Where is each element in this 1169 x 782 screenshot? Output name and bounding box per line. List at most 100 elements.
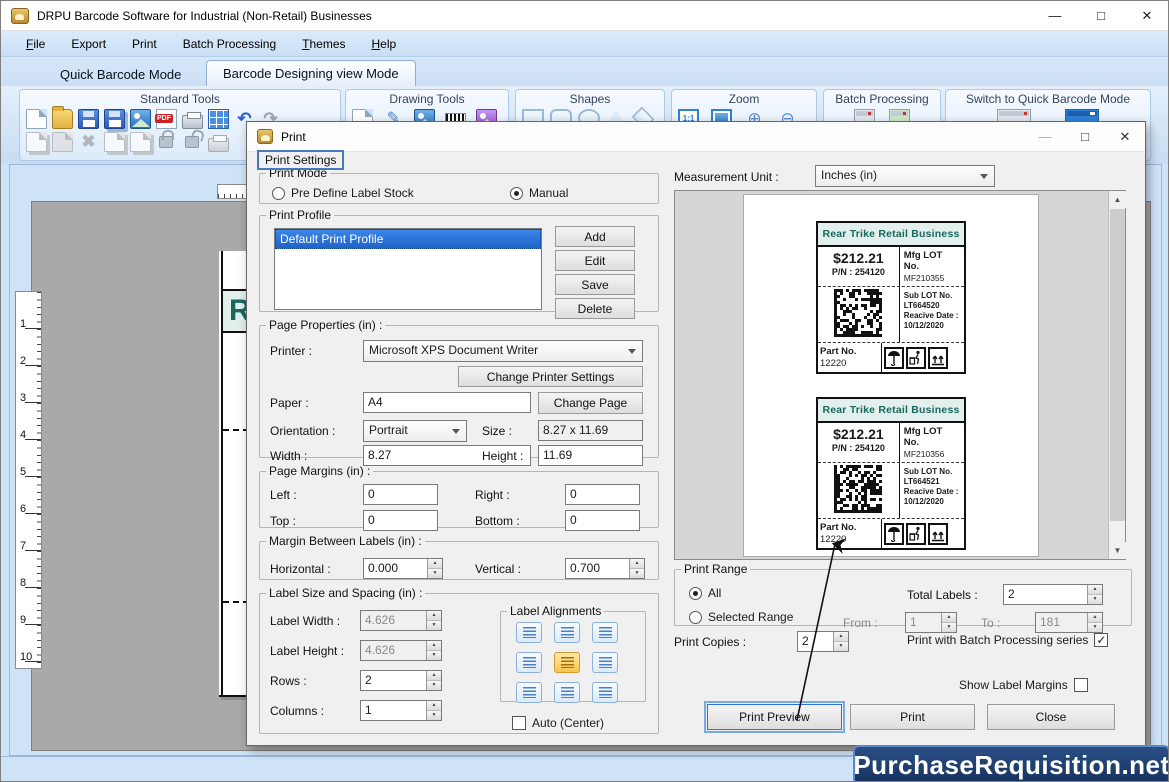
dialog-minimize-button[interactable]: — [1025,129,1065,145]
printer-label: Printer : [270,344,312,358]
align-middle-center-button[interactable] [554,652,580,673]
columns-spinner[interactable]: 1▲▼ [360,700,442,721]
duplicate-icon[interactable] [104,132,125,152]
print-range-legend: Print Range [681,562,750,576]
menu-batch-processing[interactable]: Batch Processing [170,33,289,55]
radio-dot [272,187,285,200]
paper-field[interactable]: A4 [363,392,531,413]
radio-selected-range[interactable]: Selected Range [689,610,793,624]
watermark: PurchaseRequisition.net [853,745,1169,782]
align-bottom-center-button[interactable] [554,682,580,703]
label-alignments-legend: Label Alignments [507,604,604,618]
copy-icon[interactable] [26,132,47,152]
ruler-number: 6 [20,503,26,515]
dialog-close-button[interactable]: ✕ [1105,129,1145,145]
close-dialog-button[interactable]: Close [987,704,1115,730]
batch-series-checkbox[interactable]: ✓ Print with Batch Processing series [907,633,1108,647]
printer-select[interactable]: Microsoft XPS Document Writer [363,340,643,362]
edit-button[interactable]: Edit [555,250,635,271]
open-file-icon[interactable] [52,109,73,129]
print-mode-group: Print Mode Pre Define Label Stock Manual [259,166,659,204]
margin-bottom-field[interactable]: 0 [565,510,640,531]
align-bottom-left-button[interactable] [516,682,542,703]
show-label-margins-checkbox[interactable]: Show Label Margins [959,678,1088,692]
mfg-lot-value: MF210355 [904,273,960,283]
bottom-label: Bottom : [475,514,520,528]
new-document-icon[interactable] [26,109,47,129]
page-margins-legend: Page Margins (in) : [266,464,373,478]
group-title: Standard Tools [20,90,340,106]
print-icon[interactable] [182,115,203,129]
menu-file[interactable]: File [13,33,58,55]
height-field[interactable]: 11.69 [538,445,643,466]
grid-icon[interactable] [208,109,229,129]
ruler-number: 8 [20,577,26,589]
ruler-number: 3 [20,392,26,404]
export-image-icon[interactable] [130,109,151,129]
close-button[interactable]: ✕ [1124,2,1169,30]
change-printer-settings-button[interactable]: Change Printer Settings [458,366,643,387]
delete-button[interactable]: Delete [555,298,635,319]
preview-scrollbar[interactable]: ▲ ▼ [1108,191,1125,559]
menu-themes[interactable]: Themes [289,33,358,55]
print-settings-tab[interactable]: Print Settings [257,150,344,170]
align-top-left-button[interactable] [516,622,542,643]
print-setup-icon[interactable] [208,138,229,152]
delete-icon[interactable]: ✖ [78,132,99,152]
print-copies-spinner[interactable]: 2▲▼ [797,631,849,652]
label-header: Rear Trike Retail Business [818,399,964,423]
total-labels-spinner[interactable]: 2▲▼ [1003,584,1103,605]
scroll-up-arrow[interactable]: ▲ [1109,191,1126,208]
scrollbar-thumb[interactable] [1110,209,1125,521]
tab-barcode-designing-view-mode[interactable]: Barcode Designing view Mode [206,60,416,89]
orientation-select[interactable]: Portrait [363,420,467,442]
group-icon[interactable] [130,132,151,152]
minimize-button[interactable]: — [1032,2,1078,30]
auto-center-checkbox[interactable]: Auto (Center) [512,716,604,730]
radio-manual[interactable]: Manual [510,186,568,200]
margin-left-field[interactable]: 0 [363,484,438,505]
align-middle-left-button[interactable] [516,652,542,673]
height-label: Height : [482,449,523,463]
profile-list-item-selected[interactable]: Default Print Profile [275,229,541,249]
keep-dry-umbrella-icon [884,347,904,369]
save-button[interactable]: Save [555,274,635,295]
sub-lot-title: Sub LOT No. [904,291,960,300]
menu-print[interactable]: Print [119,33,170,55]
print-preview-button[interactable]: Print Preview [707,704,842,730]
rows-spinner[interactable]: 2▲▼ [360,670,442,691]
vertical-spinner[interactable]: 0.700▲▼ [565,558,645,579]
radio-label: Pre Define Label Stock [291,186,414,200]
align-bottom-right-button[interactable] [592,682,618,703]
tab-quick-barcode-mode[interactable]: Quick Barcode Mode [46,63,195,86]
align-top-right-button[interactable] [592,622,618,643]
paste-icon[interactable] [52,132,73,152]
unlock-icon[interactable] [185,136,199,148]
receive-date-value: 10/12/2020 [904,321,960,330]
save-all-icon[interactable] [104,109,125,129]
measurement-unit-select[interactable]: Inches (in) [815,165,995,187]
maximize-button[interactable]: □ [1078,2,1124,30]
label-price: $212.21 [820,250,897,266]
ruler-number: 5 [20,466,26,478]
align-top-center-button[interactable] [554,622,580,643]
lock-icon[interactable] [159,136,173,148]
print-profile-listbox[interactable]: Default Print Profile [274,228,542,310]
menu-help[interactable]: Help [359,33,410,55]
horizontal-spinner[interactable]: 0.000▲▼ [363,558,443,579]
dialog-maximize-button[interactable]: □ [1065,129,1105,145]
print-button[interactable]: Print [850,704,975,730]
menu-export[interactable]: Export [58,33,119,55]
export-pdf-icon[interactable]: PDF [156,109,177,129]
align-middle-right-button[interactable] [592,652,618,673]
margin-top-field[interactable]: 0 [363,510,438,531]
add-button[interactable]: Add [555,226,635,247]
print-range-group: Print Range All Selected Range Total Lab… [674,562,1132,626]
scroll-down-arrow[interactable]: ▼ [1109,542,1126,559]
datamatrix-barcode [834,465,882,516]
save-icon[interactable] [78,109,99,129]
radio-all[interactable]: All [689,586,721,600]
change-page-button[interactable]: Change Page [538,392,643,414]
radio-predefine-label-stock[interactable]: Pre Define Label Stock [272,186,414,200]
margin-right-field[interactable]: 0 [565,484,640,505]
